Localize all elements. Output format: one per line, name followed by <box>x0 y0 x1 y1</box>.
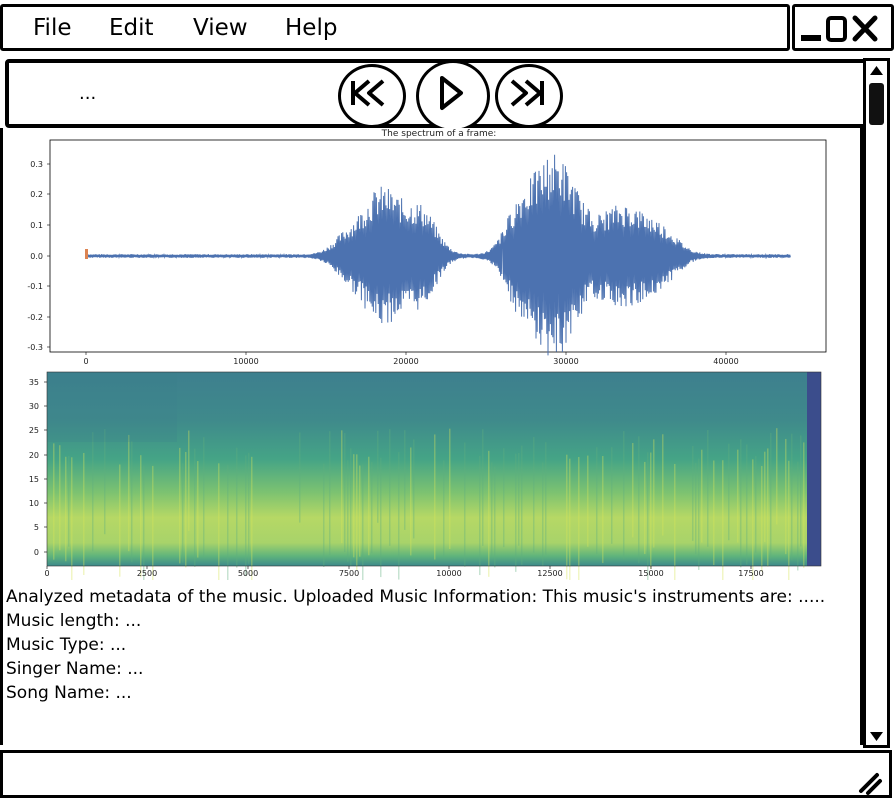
menu-edit[interactable]: Edit <box>109 15 154 41</box>
fast-forward-button[interactable] <box>495 64 563 128</box>
waveform-ytick-label: -0.3 <box>27 343 43 352</box>
song-name-text: Song Name: ... <box>6 683 132 703</box>
menu-view[interactable]: View <box>193 15 248 41</box>
waveform-marker <box>85 249 88 259</box>
window-controls <box>792 4 894 51</box>
status-bar <box>0 750 892 798</box>
waveform-ytick-label: 0.0 <box>30 252 43 261</box>
spectrogram-chart: 35 30 25 20 15 10 5 0 0 2500 5000 7500 10000 12500 15… <box>29 371 822 580</box>
scrollbar-thumb[interactable] <box>869 83 884 125</box>
music-length-text: Music length: ... <box>6 611 142 631</box>
scroll-up-icon[interactable] <box>866 61 887 79</box>
spectrogram-xtick-label: 2500 <box>137 569 157 578</box>
close-icon[interactable] <box>852 15 878 42</box>
content-panel: The spectrum of a frame: 0.3 0.2 0.1 0.0 -0.… <box>0 128 863 745</box>
spectrogram-xtick-label: 10000 <box>436 569 461 578</box>
rewind-button[interactable] <box>338 64 406 128</box>
menu-bar: File Edit View Help <box>0 4 790 51</box>
waveform-xtick-label: 0 <box>83 357 88 366</box>
music-type-text: Music Type: ... <box>6 635 127 655</box>
playback-toolbar: ... <box>5 59 867 132</box>
waveform-xtick-label: 40000 <box>713 357 738 366</box>
play-button[interactable] <box>416 60 490 132</box>
spectrogram-dark-band <box>807 372 821 566</box>
vertical-scrollbar[interactable] <box>863 58 890 748</box>
scroll-down-icon[interactable] <box>866 728 887 746</box>
music-summary-text: Analyzed metadata of the music. Uploaded… <box>6 587 826 607</box>
spectrogram-xtick-label: 0 <box>44 569 49 578</box>
spectrogram-ytick-label: 5 <box>34 523 39 532</box>
waveform-ytick-label: 0.2 <box>30 190 43 199</box>
spectrogram-ytick-label: 15 <box>29 475 39 484</box>
menu-help[interactable]: Help <box>285 15 337 41</box>
track-name-text: ... <box>79 83 97 104</box>
spectrogram-xtick-label: 12500 <box>537 569 562 578</box>
waveform-ytick-label: -0.2 <box>27 313 43 322</box>
waveform-xtick-label: 10000 <box>233 357 258 366</box>
spectrogram-ytick-label: 30 <box>29 402 39 411</box>
waveform-ytick-label: 0.1 <box>30 221 43 230</box>
spectrogram-xtick-label: 7500 <box>339 569 359 578</box>
waveform-ytick-label: 0.3 <box>30 160 43 169</box>
fast-forward-icon <box>510 79 544 107</box>
spectrogram-xtick-label: 5000 <box>238 569 258 578</box>
spectrogram-ytick-label: 25 <box>29 426 39 435</box>
waveform-xtick-label: 30000 <box>553 357 578 366</box>
spectrogram-ytick-label: 20 <box>29 451 39 460</box>
waveform-chart: The spectrum of a frame: 0.3 0.2 0.1 0.0 -0.… <box>27 129 827 366</box>
spectrogram-xtick-label: 15000 <box>638 569 663 578</box>
resize-grip-icon[interactable] <box>855 767 885 797</box>
minimize-icon[interactable] <box>801 35 821 41</box>
maximize-icon[interactable] <box>826 16 847 42</box>
spectrogram-ytick-label: 10 <box>29 499 39 508</box>
singer-name-text: Singer Name: ... <box>6 659 144 679</box>
waveform-ytick-label: -0.1 <box>27 282 43 291</box>
waveform-title: The spectrum of a frame: <box>381 129 497 139</box>
spectrogram-ytick-label: 35 <box>29 378 39 387</box>
menu-file[interactable]: File <box>33 15 72 41</box>
waveform-xtick-label: 20000 <box>393 357 418 366</box>
spectrogram-ytick-label: 0 <box>34 548 39 557</box>
rewind-icon <box>351 79 385 107</box>
play-icon <box>440 76 463 110</box>
spectrogram-xtick-label: 17500 <box>738 569 763 578</box>
